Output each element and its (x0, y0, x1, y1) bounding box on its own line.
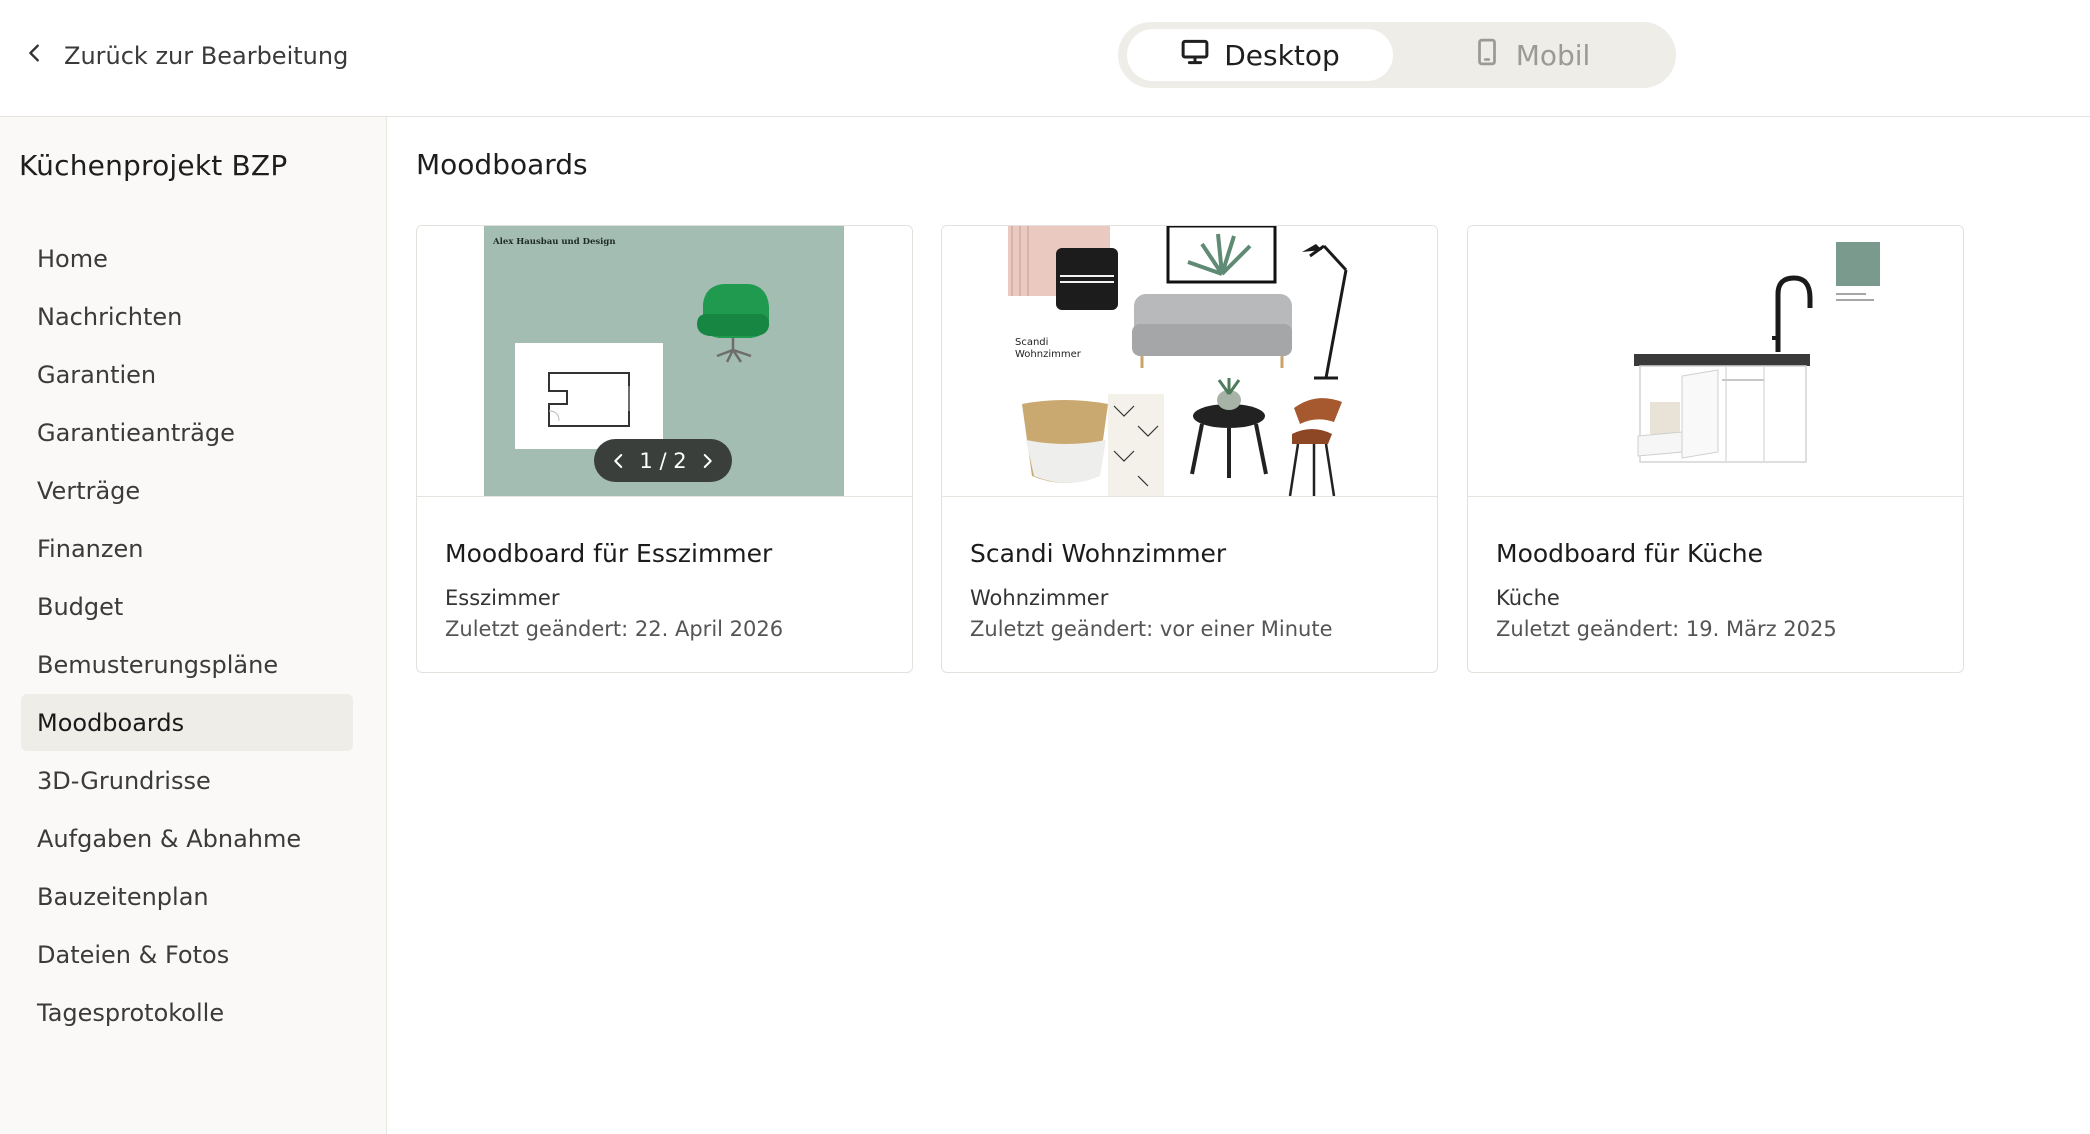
moodboard-card-kueche[interactable]: Moodboard für Küche Küche Zuletzt geände… (1467, 225, 1964, 673)
moodboard-thumbnail (1468, 226, 1963, 497)
sidebar-item-moodboards[interactable]: Moodboards (21, 694, 353, 751)
card-modified-date: Zuletzt geändert: vor einer Minute (970, 617, 1333, 641)
color-swatch (1836, 242, 1880, 286)
moodboard-thumbnail: Alex Hausbau und Design 1 / 2 (417, 226, 912, 497)
sidebar-item-3d-grundrisse[interactable]: 3D-Grundrisse (21, 752, 353, 809)
smartphone-icon (1472, 37, 1502, 74)
sidebar-item-garantien[interactable]: Garantien (21, 346, 353, 403)
card-title: Moodboard für Küche (1496, 539, 1764, 568)
sidebar-item-nachrichten[interactable]: Nachrichten (21, 288, 353, 345)
monitor-icon (1180, 37, 1210, 74)
moodboard-thumbnail: Scandi Wohnzimmer (942, 226, 1437, 497)
moodboard-card-esszimmer[interactable]: Alex Hausbau und Design 1 / 2 Moodboard … (416, 225, 913, 673)
chevron-right-icon (703, 453, 712, 468)
card-title: Scandi Wohnzimmer (970, 539, 1227, 568)
sidebar-item-dateien-fotos[interactable]: Dateien & Fotos (21, 926, 353, 983)
sidebar-item-home[interactable]: Home (21, 230, 353, 287)
card-modified-date: Zuletzt geändert: 22. April 2026 (445, 617, 784, 641)
card-room: Küche (1496, 586, 1560, 610)
sidebar: Küchenprojekt BZP Home Nachrichten Garan… (0, 117, 387, 1134)
desktop-label: Desktop (1224, 38, 1340, 72)
sidebar-item-bauzeitenplan[interactable]: Bauzeitenplan (21, 868, 353, 925)
moodboard-image-kueche (1634, 240, 1882, 463)
sidebar-item-vertraege[interactable]: Verträge (21, 462, 353, 519)
card-room: Wohnzimmer (970, 586, 1109, 610)
previous-image-button[interactable] (608, 450, 630, 472)
sidebar-item-tagesprotokolle[interactable]: Tagesprotokolle (21, 984, 353, 1041)
card-room: Esszimmer (445, 586, 560, 610)
mobile-view-button[interactable]: Mobil (1398, 29, 1664, 81)
image-pager: 1 / 2 (594, 439, 732, 482)
back-label: Zurück zur Bearbeitung (64, 42, 349, 70)
back-to-editing-link[interactable]: Zurück zur Bearbeitung (24, 36, 348, 76)
next-image-button[interactable] (696, 450, 718, 472)
sidebar-item-garantieantraege[interactable]: Garantieanträge (21, 404, 353, 461)
sidebar-item-bemusterungsplaene[interactable]: Bemusterungspläne (21, 636, 353, 693)
board-caption-line2: Wohnzimmer (1015, 349, 1082, 360)
sidebar-nav: Home Nachrichten Garantien Garantieanträ… (21, 230, 353, 1042)
chevron-left-icon (24, 42, 46, 70)
top-bar: Zurück zur Bearbeitung Desktop Mobil (0, 0, 2090, 117)
chevron-left-icon (614, 453, 623, 468)
sidebar-item-finanzen[interactable]: Finanzen (21, 520, 353, 577)
mobile-label: Mobil (1515, 38, 1591, 72)
sidebar-item-budget[interactable]: Budget (21, 578, 353, 635)
page-title: Moodboards (416, 148, 588, 181)
project-name: Küchenprojekt BZP (19, 149, 288, 182)
sidebar-item-aufgaben-abnahme[interactable]: Aufgaben & Abnahme (21, 810, 353, 867)
card-modified-date: Zuletzt geändert: 19. März 2025 (1496, 617, 1837, 641)
desktop-view-button[interactable]: Desktop (1127, 29, 1393, 81)
card-title: Moodboard für Esszimmer (445, 539, 773, 568)
board-caption-line1: Scandi (1015, 337, 1048, 348)
moodboard-card-wohnzimmer[interactable]: Scandi Wohnzimmer Scandi Wohnzimmer Wohn… (941, 225, 1438, 673)
board-caption: Alex Hausbau und Design (492, 237, 616, 247)
moodboard-image-wohnzimmer: Scandi Wohnzimmer (1008, 226, 1348, 496)
pager-count: 1 / 2 (639, 448, 687, 473)
view-mode-switch: Desktop Mobil (1118, 22, 1676, 88)
